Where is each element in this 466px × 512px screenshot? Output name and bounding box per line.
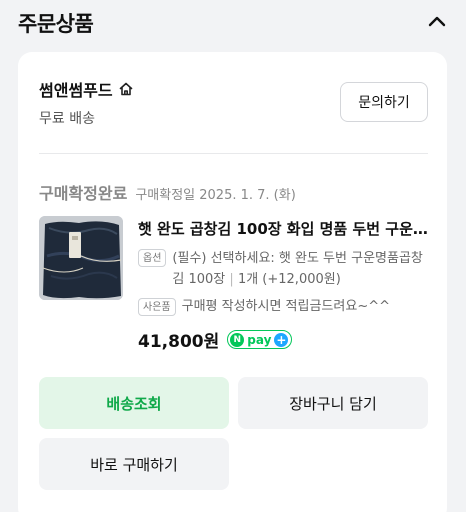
track-delivery-button[interactable]: 배송조회	[39, 377, 229, 429]
option-tag: 옵션	[138, 249, 167, 267]
order-card: 썸앤썸푸드 무료 배송 문의하기 구매확정완료 구매확정일 2025. 1. 7…	[18, 52, 447, 512]
store-name: 썸앤썸푸드	[39, 81, 113, 100]
buy-now-button[interactable]: 바로 구매하기	[39, 438, 229, 490]
option-info: 옵션 (필수) 선택하세요: 햇 완도 두번 구운명품곱창김 100장 | 1개…	[138, 248, 430, 290]
price-row: 41,800원 N pay +	[138, 327, 293, 352]
home-icon	[119, 82, 132, 96]
product-image	[39, 216, 123, 300]
collapse-button[interactable]	[424, 8, 450, 34]
store-link[interactable]: 썸앤썸푸드	[39, 77, 134, 101]
section-title: 주문상품	[18, 12, 94, 36]
divider	[39, 153, 428, 154]
gift-tag: 사은품	[138, 298, 176, 316]
option-quantity: 1개 (+12,000원)	[237, 272, 341, 287]
order-status: 구매확정완료 구매확정일 2025. 1. 7. (화)	[39, 180, 296, 204]
product-name[interactable]: 햇 완도 곱창김 100장 화입 명품 두번 구운명품곱창김	[138, 218, 430, 239]
npay-label: pay	[247, 332, 272, 347]
add-to-cart-button[interactable]: 장바구니 담기	[238, 377, 428, 429]
product-thumbnail[interactable]	[39, 216, 123, 300]
gift-text: 구매평 작성하시면 적립금드려요~^^	[181, 299, 390, 314]
chevron-up-icon	[428, 16, 446, 27]
product-price: 41,800원	[138, 332, 220, 352]
status-label: 구매확정완료	[39, 184, 128, 203]
gift-info: 사은품 구매평 작성하시면 적립금드려요~^^	[138, 297, 430, 317]
order-items-header: 주문상품	[0, 0, 466, 44]
npay-n-icon: N	[230, 332, 245, 347]
shipping-fee: 무료 배송	[39, 111, 95, 127]
npay-plus-icon: +	[274, 332, 289, 347]
inquiry-button[interactable]: 문의하기	[340, 82, 428, 122]
confirm-date: 구매확정일 2025. 1. 7. (화)	[135, 188, 296, 203]
option-separator: |	[229, 272, 238, 287]
npay-badge: N pay +	[227, 330, 293, 349]
